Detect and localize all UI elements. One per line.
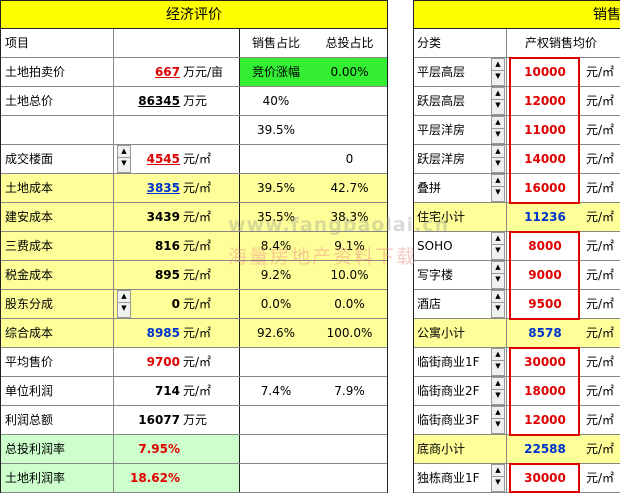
sales-spinner[interactable]: ▲ ▼ bbox=[491, 58, 505, 86]
spin-up-icon: ▲ bbox=[492, 349, 504, 361]
row-shareholder-share: 股东分成 ▲ ▼ 0 元/㎡ 0.0% 0.0% bbox=[1, 290, 387, 319]
sales-row: 独栋商业1F ▲ ▼ 30000 元/㎡ bbox=[414, 464, 620, 493]
land-auction-price-value[interactable]: 667 bbox=[114, 58, 180, 86]
sales-row: 临街商业1F ▲ ▼ 30000 元/㎡ bbox=[414, 348, 620, 377]
spin-up-icon: ▲ bbox=[492, 88, 504, 100]
spin-down-icon: ▼ bbox=[495, 391, 501, 399]
sales-row: 跃层高层 ▲ ▼ 12000 元/㎡ bbox=[414, 87, 620, 116]
sales-row: 跃层洋房 ▲ ▼ 14000 元/㎡ bbox=[414, 145, 620, 174]
spin-up-icon: ▲ bbox=[492, 465, 504, 477]
watermark-url: www.fangbaolai.cn bbox=[228, 214, 450, 236]
spin-down-icon: ▼ bbox=[495, 246, 501, 254]
row-blank: 39.5% bbox=[1, 116, 387, 145]
spin-up-icon: ▲ bbox=[492, 291, 504, 303]
header-invest-ratio: 总投占比 bbox=[325, 36, 374, 50]
spin-down-icon: ▼ bbox=[495, 72, 501, 80]
spin-down-icon: ▼ bbox=[495, 420, 501, 428]
spin-down-icon: ▼ bbox=[495, 275, 501, 283]
sales-row: 平层高层 ▲ ▼ 10000 元/㎡ bbox=[414, 58, 620, 87]
spin-down-icon: ▼ bbox=[495, 101, 501, 109]
sales-spinner[interactable]: ▲ ▼ bbox=[491, 174, 505, 202]
sales-panel: 销售 分类 产权销售均价 平层高层 ▲ ▼ 10000 元/㎡ 跃层高层 ▲ ▼ 1… bbox=[413, 0, 620, 493]
sales-row: 临街商业2F ▲ ▼ 18000 元/㎡ bbox=[414, 377, 620, 406]
row-investment-profit-rate: 总投利润率 7.95% bbox=[1, 435, 387, 464]
sales-row: 酒店 ▲ ▼ 9500 元/㎡ bbox=[414, 290, 620, 319]
spin-up-icon: ▲ bbox=[492, 407, 504, 419]
spin-down-icon: ▼ bbox=[495, 304, 501, 312]
header-row: 项目 销售占比 总投占比 bbox=[1, 29, 387, 58]
sales-spinner[interactable]: ▲ ▼ bbox=[491, 464, 505, 492]
sales-spinner[interactable]: ▲ ▼ bbox=[491, 377, 505, 405]
row-land-cost: 土地成本 3835 元/㎡ 39.5% 42.7% bbox=[1, 174, 387, 203]
row-total-profit: 利润总额 16077 万元 bbox=[1, 406, 387, 435]
spin-up-icon: ▲ bbox=[492, 59, 504, 71]
sales-row: SOHO ▲ ▼ 8000 元/㎡ bbox=[414, 232, 620, 261]
spin-down-icon: ▼ bbox=[495, 130, 501, 138]
spin-up-icon: ▲ bbox=[492, 262, 504, 274]
spin-up-icon: ▲ bbox=[492, 117, 504, 129]
sales-subtotal-row: 底商小计 22588 元/㎡ bbox=[414, 435, 620, 464]
sales-spinner[interactable]: ▲ ▼ bbox=[491, 116, 505, 144]
header-item: 项目 bbox=[1, 29, 114, 57]
spin-down-icon: ▼ bbox=[495, 188, 501, 196]
sales-spinner[interactable]: ▲ ▼ bbox=[491, 232, 505, 260]
spin-down-icon: ▼ bbox=[495, 362, 501, 370]
row-floor-price: 成交楼面 ▲ ▼ 4545 元/㎡ 0 bbox=[1, 145, 387, 174]
sales-spinner[interactable]: ▲ ▼ bbox=[491, 145, 505, 173]
row-land-total-price: 土地总价 86345 万元 40% bbox=[1, 87, 387, 116]
spin-down-icon: ▼ bbox=[495, 159, 501, 167]
row-land-auction-price: 土地拍卖价 667 万元/亩 竞价涨幅 0.00% bbox=[1, 58, 387, 87]
row-total-cost: 综合成本 8985 元/㎡ 92.6% 100.0% bbox=[1, 319, 387, 348]
sales-spinner[interactable]: ▲ ▼ bbox=[491, 261, 505, 289]
sales-row: 平层洋房 ▲ ▼ 11000 元/㎡ bbox=[414, 116, 620, 145]
sales-header-row: 分类 产权销售均价 bbox=[414, 29, 620, 58]
sales-spinner[interactable]: ▲ ▼ bbox=[491, 290, 505, 318]
row-land-profit-rate: 土地利润率 18.62% bbox=[1, 464, 387, 493]
sales-row: 写字楼 ▲ ▼ 9000 元/㎡ bbox=[414, 261, 620, 290]
spin-up-icon: ▲ bbox=[492, 378, 504, 390]
sales-row: 临街商业3F ▲ ▼ 12000 元/㎡ bbox=[414, 406, 620, 435]
spin-up-icon: ▲ bbox=[492, 175, 504, 187]
sales-spinner[interactable]: ▲ ▼ bbox=[491, 348, 505, 376]
sales-spinner[interactable]: ▲ ▼ bbox=[491, 87, 505, 115]
sales-subtotal-row: 公寓小计 8578 元/㎡ bbox=[414, 319, 620, 348]
row-unit-profit: 单位利润 714 元/㎡ 7.4% 7.9% bbox=[1, 377, 387, 406]
header-sales-ratio: 销售占比 bbox=[251, 36, 300, 50]
spin-up-icon: ▲ bbox=[492, 146, 504, 158]
spin-down-icon: ▼ bbox=[495, 478, 501, 486]
economic-evaluation-title: 经济评价 bbox=[1, 0, 387, 29]
sales-row: 叠拼 ▲ ▼ 16000 元/㎡ bbox=[414, 174, 620, 203]
sales-title: 销售 bbox=[414, 0, 620, 29]
spin-up-icon: ▲ bbox=[492, 233, 504, 245]
watermark-text: 海量房地产资料下载 bbox=[228, 246, 418, 268]
row-average-price: 平均售价 9700 元/㎡ bbox=[1, 348, 387, 377]
sales-spinner[interactable]: ▲ ▼ bbox=[491, 406, 505, 434]
